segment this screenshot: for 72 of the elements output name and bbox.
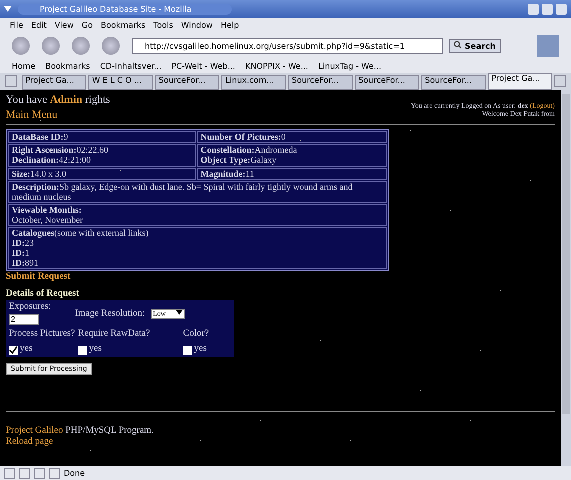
submit-request-link[interactable]: Submit Request xyxy=(6,272,555,284)
checkbox[interactable] xyxy=(9,346,18,355)
nav-button-icon[interactable] xyxy=(12,37,30,55)
option-label: yes xyxy=(89,344,102,355)
checkbox[interactable] xyxy=(78,346,88,355)
table-cell: Size:14.0 x 3.0 xyxy=(8,168,196,180)
exposures-field[interactable]: 2 xyxy=(9,314,39,325)
search-icon xyxy=(454,41,462,49)
table-cell: Right Ascension:02:22.60 Declination:42:21:00 xyxy=(8,144,196,167)
option-label: yes xyxy=(194,344,207,355)
resolution-label: Image Resolution: xyxy=(75,308,146,320)
admin-notice: You have Admin rights xyxy=(6,94,110,107)
status-icon[interactable] xyxy=(4,468,15,478)
menu-item[interactable]: Bookmarks xyxy=(100,20,146,30)
nav-button-icon[interactable] xyxy=(42,37,60,55)
table-cell: Constellation:Andromeda Object Type:Galaxy xyxy=(196,144,387,167)
close-icon[interactable] xyxy=(556,4,567,14)
window-title: Project Galileo Database Site - Mozilla xyxy=(18,4,232,14)
window-menu-icon[interactable] xyxy=(4,6,12,12)
table-cell: Viewable Months: October, November xyxy=(8,204,387,226)
scrollbar[interactable] xyxy=(561,90,571,466)
details-heading: Details of Request xyxy=(6,289,80,300)
dropdown-arrow-icon xyxy=(176,310,183,315)
checkbox[interactable] xyxy=(183,346,192,355)
project-link[interactable]: Project Galileo xyxy=(6,426,64,436)
table-cell: Magnitude:11 xyxy=(196,168,387,180)
browser-tab[interactable]: SourceFor... xyxy=(421,75,486,90)
browser-tab[interactable]: SourceFor... xyxy=(354,75,420,90)
nav-button-icon[interactable] xyxy=(102,37,120,55)
menu-item[interactable]: File xyxy=(10,20,24,30)
maximize-icon[interactable] xyxy=(542,4,553,14)
minimize-icon[interactable] xyxy=(528,4,539,14)
browser-tab[interactable]: W E L C O ... xyxy=(88,75,153,90)
status-icon[interactable] xyxy=(19,468,30,478)
menu-item[interactable]: Go xyxy=(82,20,93,30)
exposures-label: Exposures: xyxy=(9,302,52,313)
main-menu-link[interactable]: Main Menu xyxy=(6,108,110,122)
bookmark-item[interactable]: LinuxTag - We... xyxy=(318,62,382,71)
table-cell: Number Of Pictures:0 xyxy=(196,131,387,144)
checkbox-label: Color? xyxy=(183,328,210,340)
table-cell: Catalogues(some with external links) ID:23 ID:1 ID:891 xyxy=(8,226,387,270)
search-button[interactable]: Search xyxy=(449,39,501,53)
table-cell: Description:Sb galaxy, Edge-on with dust lane. Sb= Spiral with fairly tightly wound arms and medium nucleus xyxy=(8,180,387,203)
address-field[interactable]: http://cvsgalileo.homelinux.org/users/submit.php?id=9&static=1 xyxy=(132,38,444,54)
bookmark-item[interactable]: PC-Welt - Web... xyxy=(172,62,236,71)
bookmark-item[interactable]: CD-Inhaltsver... xyxy=(100,62,162,71)
browser-tab[interactable]: SourceFor... xyxy=(154,75,220,90)
menu-item[interactable]: Window xyxy=(181,20,213,30)
status-icon[interactable] xyxy=(49,468,60,478)
browser-tab[interactable]: Linux.com... xyxy=(221,75,286,90)
reload-link[interactable]: Reload page xyxy=(6,436,54,447)
footer-text: PHP/MySQL Program. xyxy=(66,426,154,436)
option-label: yes xyxy=(20,344,33,355)
browser-tab[interactable]: SourceFor... xyxy=(288,75,353,90)
bookmark-item[interactable]: Home xyxy=(12,62,36,71)
menu-item[interactable]: View xyxy=(54,20,74,30)
table-cell: DataBase ID:9 xyxy=(8,131,196,144)
checkbox-label: Process Pictures? xyxy=(9,328,76,340)
new-tab-icon[interactable] xyxy=(5,75,17,87)
logo-icon xyxy=(537,35,559,57)
nav-button-icon[interactable] xyxy=(72,37,90,55)
menu-item[interactable]: Help xyxy=(220,20,240,30)
bookmark-item[interactable]: KNOPPIX - We... xyxy=(245,62,308,71)
menu-item[interactable]: Tools xyxy=(154,20,174,30)
status-icon[interactable] xyxy=(34,468,45,478)
status-text: Done xyxy=(64,468,86,478)
browser-tab[interactable]: Project Ga... xyxy=(22,75,86,90)
close-tab-icon[interactable] xyxy=(554,75,566,87)
checkbox-label: Require RawData? xyxy=(78,328,150,340)
menu-item[interactable]: Edit xyxy=(31,20,47,30)
bookmark-item[interactable]: Bookmarks xyxy=(46,62,90,71)
browser-tab[interactable]: Project Ga... xyxy=(488,73,552,90)
